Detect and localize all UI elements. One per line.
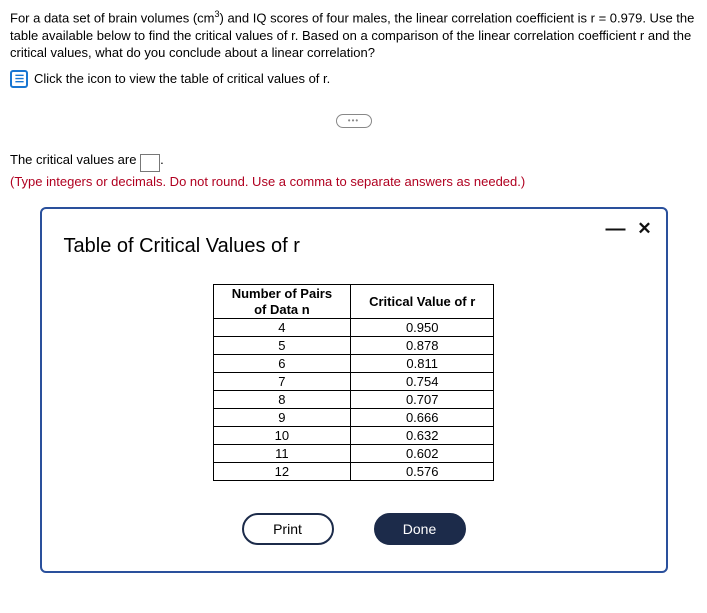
cell-cv: 0.811 (351, 355, 494, 373)
critical-values-modal: — ✕ Table of Critical Values of r Number… (40, 207, 668, 573)
cell-n: 11 (213, 445, 350, 463)
critical-values-input[interactable] (140, 154, 160, 172)
cell-cv: 0.632 (351, 427, 494, 445)
cell-n: 5 (213, 337, 350, 355)
cell-cv: 0.602 (351, 445, 494, 463)
col-header-cv: Critical Value of r (351, 284, 494, 318)
view-table-link[interactable]: Click the icon to view the table of crit… (34, 71, 330, 86)
cell-n: 6 (213, 355, 350, 373)
cell-cv: 0.666 (351, 409, 494, 427)
answer-prefix: The critical values are (10, 152, 140, 167)
expander-button[interactable]: ••• (336, 114, 372, 128)
answer-line: The critical values are . (10, 152, 697, 172)
table-row: 120.576 (213, 463, 494, 481)
view-table-row: Click the icon to view the table of crit… (10, 70, 697, 88)
table-row: 90.666 (213, 409, 494, 427)
cell-n: 10 (213, 427, 350, 445)
minimize-icon[interactable]: — (606, 224, 624, 234)
table-row: 70.754 (213, 373, 494, 391)
cell-cv: 0.754 (351, 373, 494, 391)
cell-n: 12 (213, 463, 350, 481)
col-header-n: Number of Pairs of Data n (213, 284, 350, 318)
table-header-row: Number of Pairs of Data n Critical Value… (213, 284, 494, 318)
close-icon[interactable]: ✕ (636, 219, 654, 239)
table-row: 40.950 (213, 319, 494, 337)
table-row: 110.602 (213, 445, 494, 463)
cell-cv: 0.707 (351, 391, 494, 409)
answer-hint: (Type integers or decimals. Do not round… (10, 174, 697, 189)
print-button[interactable]: Print (242, 513, 334, 545)
cell-n: 4 (213, 319, 350, 337)
cell-n: 8 (213, 391, 350, 409)
cell-n: 7 (213, 373, 350, 391)
cell-cv: 0.878 (351, 337, 494, 355)
table-row: 50.878 (213, 337, 494, 355)
answer-suffix: . (160, 152, 164, 167)
table-icon[interactable] (10, 70, 28, 88)
table-row: 80.707 (213, 391, 494, 409)
table-row: 100.632 (213, 427, 494, 445)
done-button[interactable]: Done (374, 513, 466, 545)
cell-n: 9 (213, 409, 350, 427)
critical-values-table: Number of Pairs of Data n Critical Value… (213, 284, 495, 481)
cell-cv: 0.950 (351, 319, 494, 337)
modal-title: Table of Critical Values of r (64, 235, 646, 258)
cell-cv: 0.576 (351, 463, 494, 481)
problem-statement: For a data set of brain volumes (cm3) an… (10, 8, 697, 62)
table-row: 60.811 (213, 355, 494, 373)
